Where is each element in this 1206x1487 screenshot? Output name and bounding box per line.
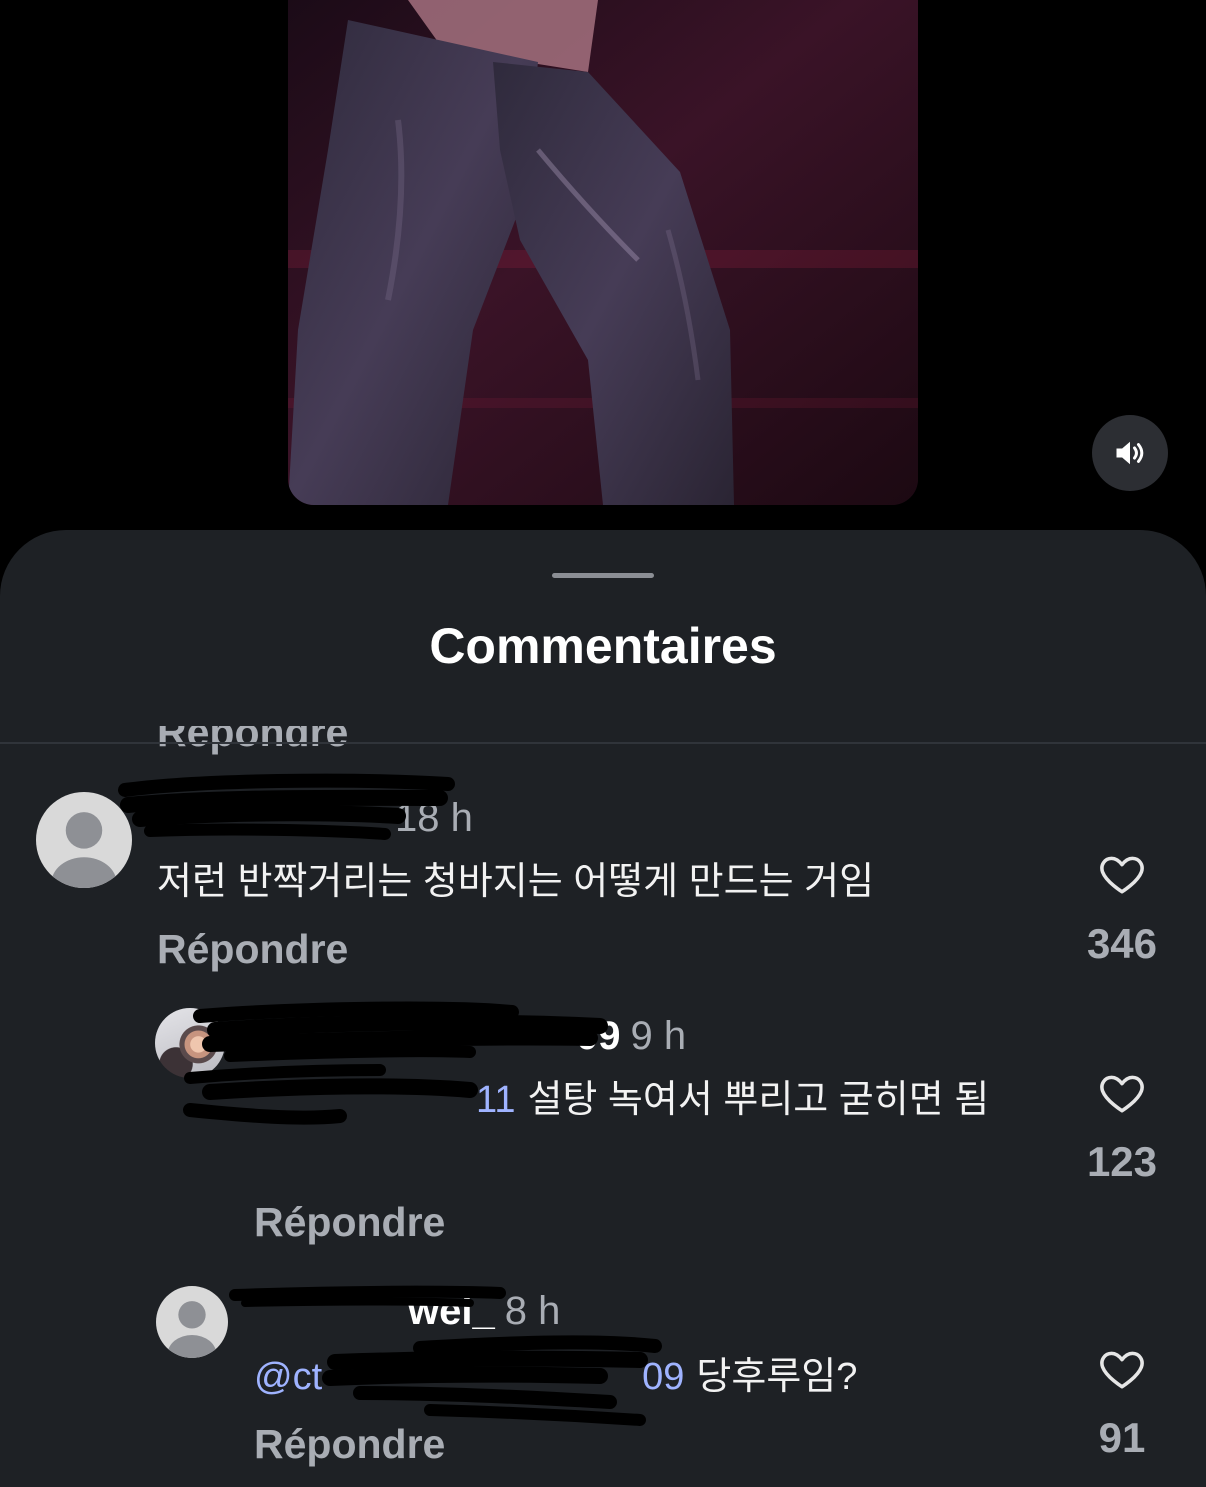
video-player[interactable] [288, 0, 918, 505]
comment-list[interactable]: Répondre 18 h 저런 반짝거리는 청바지는 어떻게 만드는 거임 R… [0, 726, 1206, 1487]
reply-button[interactable]: Répondre [254, 1420, 445, 1468]
comment-meta: 09 9 h [254, 1012, 686, 1060]
reply-button[interactable]: Répondre [157, 726, 348, 756]
redacted-username [254, 1298, 408, 1328]
comment-time: 18 h [395, 796, 473, 840]
comment-time: 8 h [504, 1289, 561, 1333]
comment-body: 설탕 녹여서 뿌리고 굳히면 됨 [527, 1079, 990, 1121]
redacted-username[interactable] [157, 805, 385, 835]
redacted-mention [322, 1359, 642, 1399]
avatar[interactable] [156, 1286, 228, 1358]
avatar[interactable] [36, 792, 132, 888]
comment-text: 11 설탕 녹여서 뿌리고 굳히면 됨 [254, 1073, 1044, 1127]
heart-outline-icon[interactable] [1097, 849, 1147, 899]
heart-outline-icon[interactable] [1097, 1344, 1147, 1394]
comment-text: 저런 반짝거리는 청바지는 어떻게 만드는 거임 [157, 861, 875, 903]
comment-text: @ct 09 당후루임? [254, 1350, 1044, 1404]
redacted-mention [254, 1082, 476, 1122]
default-avatar-icon [156, 1286, 228, 1358]
reply-button[interactable]: Répondre [254, 1198, 445, 1246]
mention-link-end[interactable]: 09 [642, 1356, 684, 1398]
username[interactable]: 09 [576, 1014, 621, 1058]
username[interactable]: wei_ [408, 1289, 495, 1333]
comment-meta: 18 h [157, 794, 473, 842]
default-avatar-icon [36, 792, 132, 888]
sheet-title: Commentaires [429, 618, 777, 674]
like-count: 91 [1098, 1414, 1146, 1461]
drag-handle[interactable] [552, 573, 654, 578]
comment-time: 9 h [630, 1014, 687, 1058]
like-count: 346 [1086, 920, 1158, 967]
reply-button[interactable]: Répondre [157, 925, 348, 973]
avatar[interactable] [155, 1008, 225, 1078]
redacted-username [254, 1023, 576, 1053]
mention-link[interactable]: @ct [254, 1356, 322, 1398]
sound-toggle-button[interactable] [1092, 415, 1168, 491]
comment-meta: wei_ 8 h [254, 1287, 560, 1335]
video-frame [288, 0, 918, 505]
heart-outline-icon[interactable] [1097, 1068, 1147, 1118]
comment-body: 당후루임? [696, 1356, 858, 1398]
speaker-on-icon [1116, 441, 1144, 465]
like-count: 123 [1086, 1138, 1158, 1185]
mention-link[interactable]: 11 [476, 1079, 515, 1121]
header-divider [0, 742, 1206, 744]
